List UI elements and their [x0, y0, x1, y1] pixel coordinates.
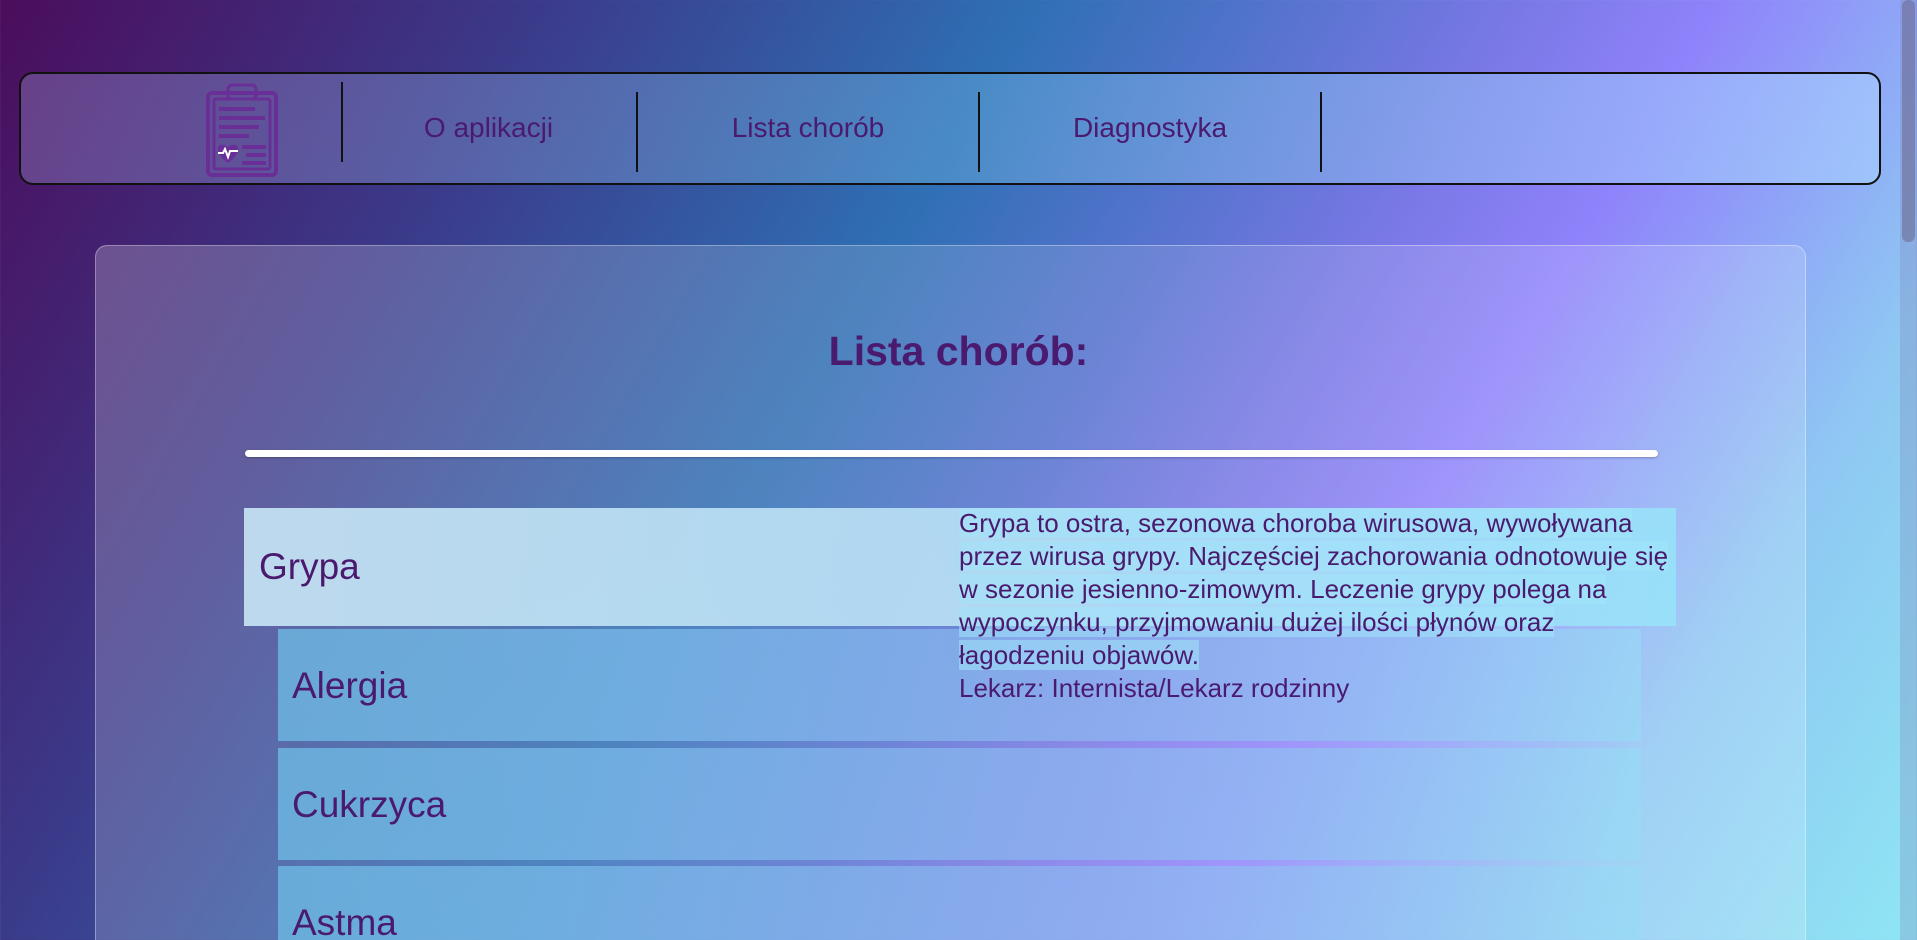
disease-item-label: Cukrzyca [292, 784, 447, 825]
disease-item-label: Grypa [259, 546, 360, 587]
disease-description-text: Grypa to ostra, sezonowa choroba wirusow… [959, 508, 1669, 670]
disease-description: Grypa to ostra, sezonowa choroba wirusow… [959, 507, 1679, 705]
page-title: Lista chorób: [828, 328, 1089, 374]
disease-item-cukrzyca[interactable]: Cukrzyca [278, 748, 1641, 860]
disease-doctor: Lekarz: Internista/Lekarz rodzinny [959, 673, 1350, 703]
disease-item-astma[interactable]: Astma [278, 866, 1641, 940]
title-separator [245, 450, 1658, 457]
disease-item-label: Astma [292, 902, 397, 940]
nav-link-about[interactable]: O aplikacji [341, 112, 636, 144]
disease-item-label: Alergia [292, 665, 408, 706]
nav-link-disease-list[interactable]: Lista chorób [638, 112, 978, 144]
clipboard-heartbeat-icon[interactable] [204, 83, 280, 179]
scrollbar-thumb[interactable] [1902, 0, 1915, 242]
vertical-scrollbar[interactable] [1900, 0, 1917, 940]
nav-link-diagnostics[interactable]: Diagnostyka [980, 112, 1320, 144]
nav-divider [1320, 92, 1322, 172]
top-navbar: O aplikacji Lista chorób Diagnostyka [19, 72, 1881, 185]
